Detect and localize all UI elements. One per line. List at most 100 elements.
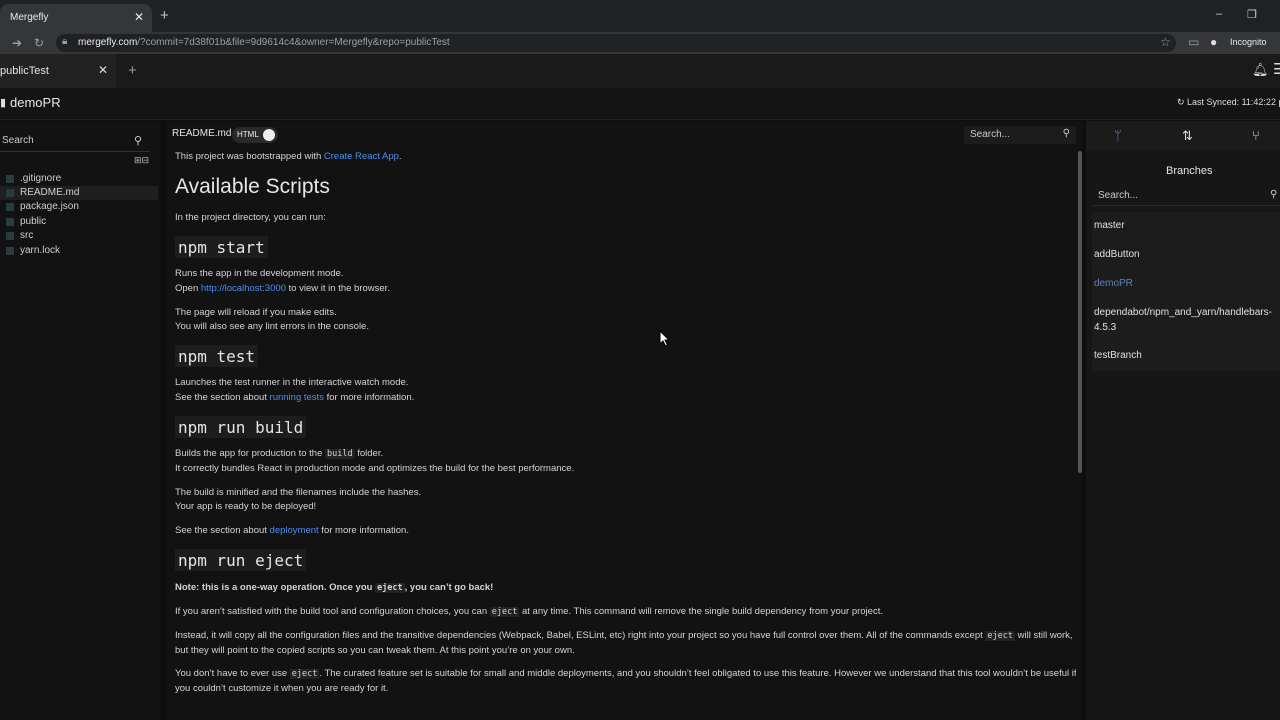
folder-icon (6, 218, 14, 226)
branch-name: dependabot/npm_and_yarn/handlebars-4.5.3 (1094, 307, 1272, 333)
file-name: README.md (20, 187, 80, 198)
incognito-label[interactable]: Incognito (1230, 37, 1267, 47)
close-app-tab-icon[interactable]: ✕ (98, 63, 108, 77)
bookmark-star-icon[interactable]: ☆ (1160, 35, 1171, 49)
running-tests-link[interactable]: running tests (270, 392, 324, 403)
html-toggle[interactable]: HTML (232, 127, 278, 143)
file-name: yarn.lock (20, 245, 61, 256)
address-bar-row: ➔ ↻ 🔒︎ mergefly.com/?commit=7d38f01b&fil… (0, 32, 1280, 54)
bell-icon[interactable]: 🔔︎ (1252, 62, 1269, 78)
build-line-4: Your app is ready to be deployed! (175, 501, 317, 512)
file-icon (6, 189, 14, 197)
search-icon: ⚲ (1062, 128, 1070, 139)
build-line-5: See the section about deployment for mor… (175, 525, 409, 536)
branch-name: addButton (1094, 249, 1140, 260)
eject-note: Note: this is a one-way operation. Once … (175, 582, 494, 593)
url-field[interactable]: 🔒︎ mergefly.com/?commit=7d38f01b&file=9d… (56, 34, 1176, 52)
branch-item-demopr[interactable]: demoPR (1092, 270, 1280, 299)
browser-tab[interactable]: Mergefly ✕ (0, 4, 152, 32)
sync-icon: ↻ (1177, 97, 1188, 107)
branch-item-testbranch[interactable]: testBranch (1092, 342, 1280, 371)
eject-line-2: Instead, it will copy all the configurat… (175, 630, 1073, 656)
minimize-button[interactable]: – (1216, 8, 1222, 20)
file-name: package.json (20, 201, 79, 212)
branches-title: Branches (1166, 165, 1213, 177)
incognito-icon[interactable]: ● (1210, 35, 1217, 49)
app-tab-strip: publicTest ✕ + 🔔︎ ☰ (0, 54, 1280, 88)
folder-item-src[interactable]: src (0, 229, 158, 243)
file-name: src (20, 230, 34, 241)
file-sidebar: Search ⚲ ⊞⊟ .gitignore README.md package… (0, 121, 160, 720)
eject-line-1: If you aren’t satisfied with the build t… (175, 606, 883, 617)
last-synced-text: Last Synced: 11:42:22 p (1187, 97, 1280, 107)
branch-item-master[interactable]: master (1092, 212, 1280, 241)
repo-name[interactable]: demoPR (10, 95, 61, 110)
add-app-tab-button[interactable]: + (128, 62, 137, 79)
mouse-cursor-icon (659, 330, 671, 347)
url-text: mergefly.com/?commit=7d38f01b&file=9d961… (78, 37, 450, 48)
file-item-gitignore[interactable]: .gitignore (0, 172, 158, 186)
start-line-1: Runs the app in the development mode. (175, 268, 344, 279)
app-tab-title: publicTest (0, 65, 49, 77)
file-search-placeholder: Search (2, 135, 34, 146)
localhost-link[interactable]: http://localhost:3000 (201, 283, 286, 294)
inline-code: eject (289, 669, 320, 679)
start-line-3: The page will reload if you make edits. (175, 307, 337, 318)
repo-icon: ▮ (0, 97, 7, 109)
file-icon (6, 247, 14, 255)
file-item-yarn-lock[interactable]: yarn.lock (0, 244, 158, 258)
file-name: .gitignore (20, 173, 62, 184)
right-panel-tabs: ᛘ ⇅ ⑂ (1086, 121, 1280, 151)
readme-content: This project was bootstrapped with Creat… (166, 151, 1076, 720)
heading-npm-run-build: npm run build (175, 416, 307, 438)
commits-tab-icon[interactable]: ⑂ (1252, 128, 1260, 143)
content-search-placeholder: Search... (970, 129, 1011, 140)
deployment-link[interactable]: deployment (270, 525, 319, 536)
file-search-input[interactable]: Search ⚲ (0, 130, 150, 152)
readme-panel: README.md HTML Search... ⚲ This project … (166, 121, 1082, 720)
create-react-app-link[interactable]: Create React App (324, 151, 399, 162)
close-tab-icon[interactable]: ✕ (134, 10, 144, 24)
expand-collapse-all-icon[interactable]: ⊞⊟ (134, 155, 149, 166)
branch-search-placeholder: Search... (1098, 190, 1139, 201)
eject-line-3: You don’t have to ever use eject. The cu… (175, 668, 1076, 694)
heading-npm-start: npm start (175, 236, 268, 258)
file-item-package-json[interactable]: package.json (0, 200, 158, 214)
lock-icon: 🔒︎ (62, 36, 68, 47)
inline-code: eject (985, 631, 1015, 641)
app-tab-publictest[interactable]: publicTest ✕ (0, 54, 116, 88)
new-tab-button[interactable]: + (160, 7, 169, 24)
content-scrollbar[interactable] (1078, 151, 1082, 473)
folder-item-public[interactable]: public (0, 215, 158, 229)
branch-name: master (1094, 220, 1125, 231)
folder-icon (6, 232, 14, 240)
content-search-input[interactable]: Search... ⚲ (964, 126, 1076, 144)
file-name: public (20, 216, 47, 227)
forward-icon[interactable]: ➔ (12, 36, 22, 50)
browser-titlebar: Mergefly ✕ + – ❐ (0, 0, 1280, 32)
restore-button[interactable]: ❐ (1247, 8, 1257, 21)
build-line-2: It correctly bundles React in production… (175, 463, 575, 474)
test-line-1: Launches the test runner in the interact… (175, 377, 409, 388)
file-item-readme[interactable]: README.md (0, 186, 158, 200)
heading-npm-test: npm test (175, 345, 259, 367)
cast-icon[interactable]: ▭ (1188, 35, 1199, 49)
search-icon: ⚲ (134, 135, 143, 147)
branch-name: demoPR (1094, 278, 1133, 289)
menu-icon[interactable]: ☰ (1273, 60, 1280, 78)
branch-search-input[interactable]: Search... ⚲ (1092, 186, 1280, 206)
test-line-2: See the section about running tests for … (175, 392, 415, 403)
toggle-knob (263, 129, 275, 141)
branch-item-dependabot[interactable]: dependabot/npm_and_yarn/handlebars-4.5.3 (1092, 299, 1280, 342)
start-line-2: Open http://localhost:3000 to view it in… (175, 283, 390, 294)
last-synced[interactable]: ↻ Last Synced: 11:42:22 p (1177, 97, 1280, 108)
pull-requests-tab-icon[interactable]: ⇅ (1182, 128, 1193, 144)
reload-icon[interactable]: ↻ (34, 36, 44, 50)
paragraph-run: In the project directory, you can run: (175, 212, 326, 223)
file-icon (6, 203, 14, 211)
branch-item-addbutton[interactable]: addButton (1092, 241, 1280, 270)
search-icon: ⚲ (1270, 189, 1278, 200)
file-icon (6, 175, 14, 183)
file-tab-readme[interactable]: README.md (172, 128, 231, 139)
branches-tab-icon[interactable]: ᛘ (1114, 128, 1122, 143)
